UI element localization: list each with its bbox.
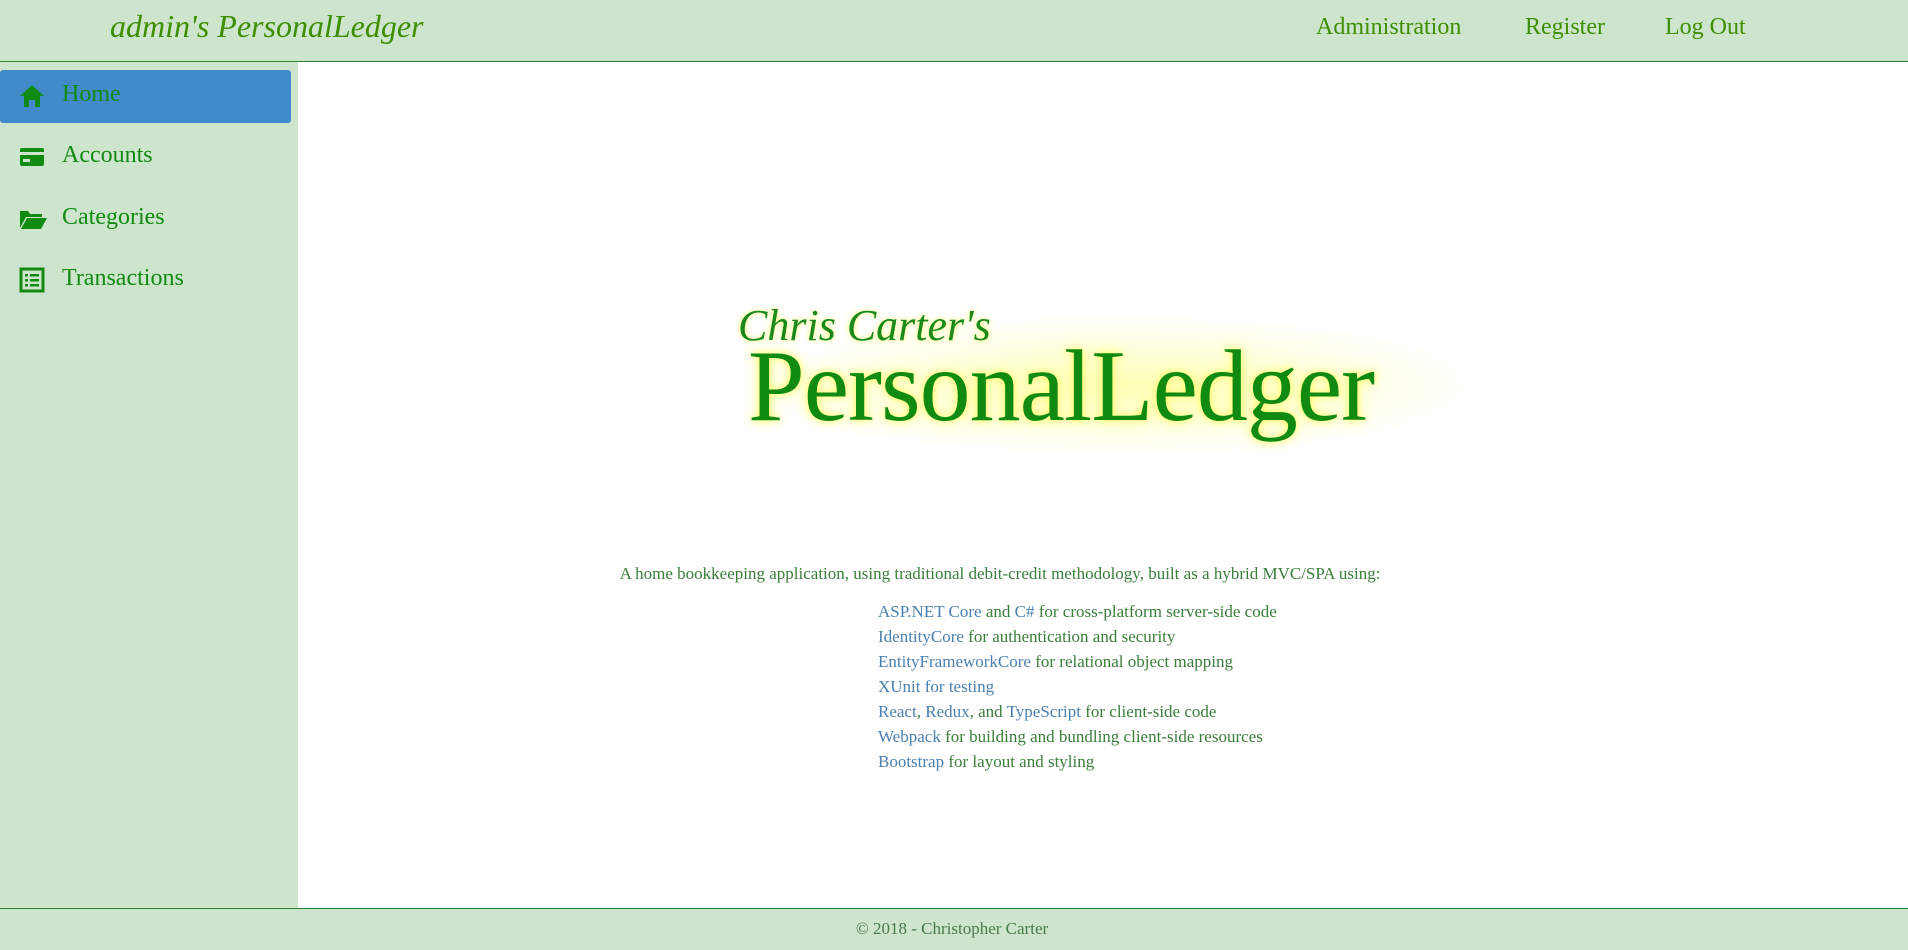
main-content: Chris Carter's PersonalLedger A home boo…: [298, 62, 1908, 908]
sidebar-item-label: Home: [62, 81, 121, 107]
list-item: XUnit for testing: [878, 677, 1277, 702]
sidebar-item-transactions[interactable]: Transactions: [0, 254, 291, 307]
list-item: React, Redux, and TypeScript for client-…: [878, 702, 1277, 727]
sidebar-item-accounts[interactable]: Accounts: [0, 131, 291, 184]
list-item: EntityFrameworkCore for relational objec…: [878, 652, 1277, 677]
sidebar-item-label: Accounts: [62, 142, 153, 168]
tech-link-aspnet-core[interactable]: ASP.NET Core: [878, 602, 982, 621]
credit-card-icon: [18, 143, 46, 171]
connector-text: ,: [916, 702, 926, 721]
connector-text: for layout and styling: [944, 752, 1095, 771]
tech-link-typescript[interactable]: TypeScript: [1007, 702, 1081, 721]
connector-text: for relational object mapping: [1030, 652, 1234, 671]
connector-text: for client-side code: [1080, 702, 1217, 721]
intro-text: A home bookkeeping application, using tr…: [619, 564, 1381, 583]
tech-link-identitycore[interactable]: IdentityCore: [878, 627, 964, 646]
list-item: IdentityCore for authentication and secu…: [878, 627, 1277, 652]
copyright-text: © 2018 - Christopher Carter: [855, 919, 1049, 938]
connector-text: , and: [969, 702, 1007, 721]
tech-link-redux[interactable]: Redux: [925, 702, 969, 721]
list-item: ASP.NET Core and C# for cross-platform s…: [878, 602, 1277, 627]
nav-register-link[interactable]: Register: [1525, 14, 1605, 41]
list-icon: [18, 266, 46, 294]
tech-link-entityframeworkcore[interactable]: EntityFrameworkCore: [878, 652, 1031, 671]
tech-link-xunit[interactable]: XUnit for testing: [878, 677, 994, 696]
tech-list: ASP.NET Core and C# for cross-platform s…: [878, 602, 1277, 777]
home-icon: [18, 82, 46, 110]
connector-text: for authentication and security: [963, 627, 1176, 646]
logo-title: PersonalLedger: [748, 330, 1375, 443]
sidebar-item-home[interactable]: Home: [0, 70, 291, 123]
sidebar: Home Accounts Categories Transactions: [0, 62, 298, 908]
list-item: Bootstrap for layout and styling: [878, 752, 1277, 777]
folder-open-icon: [18, 205, 47, 233]
tech-link-csharp[interactable]: C#: [1015, 602, 1035, 621]
connector-text: for cross-platform server-side code: [1034, 602, 1277, 621]
list-item: Webpack for building and bundling client…: [878, 727, 1277, 752]
brand-link[interactable]: admin's PersonalLedger: [110, 8, 424, 45]
tech-link-bootstrap[interactable]: Bootstrap: [878, 752, 944, 771]
footer: © 2018 - Christopher Carter: [0, 908, 1908, 950]
nav-administration-link[interactable]: Administration: [1316, 14, 1461, 41]
tech-link-react[interactable]: React: [878, 702, 917, 721]
top-navbar: admin's PersonalLedger Administration Re…: [0, 0, 1908, 62]
nav-logout-link[interactable]: Log Out: [1665, 14, 1746, 41]
sidebar-item-label: Transactions: [62, 265, 184, 291]
sidebar-item-label: Categories: [62, 204, 165, 230]
tech-link-webpack[interactable]: Webpack: [878, 727, 941, 746]
sidebar-item-categories[interactable]: Categories: [0, 193, 291, 246]
connector-text: for building and bundling client-side re…: [940, 727, 1263, 746]
connector-text: and: [981, 602, 1015, 621]
personal-ledger-logo: Chris Carter's PersonalLedger: [728, 290, 1518, 470]
